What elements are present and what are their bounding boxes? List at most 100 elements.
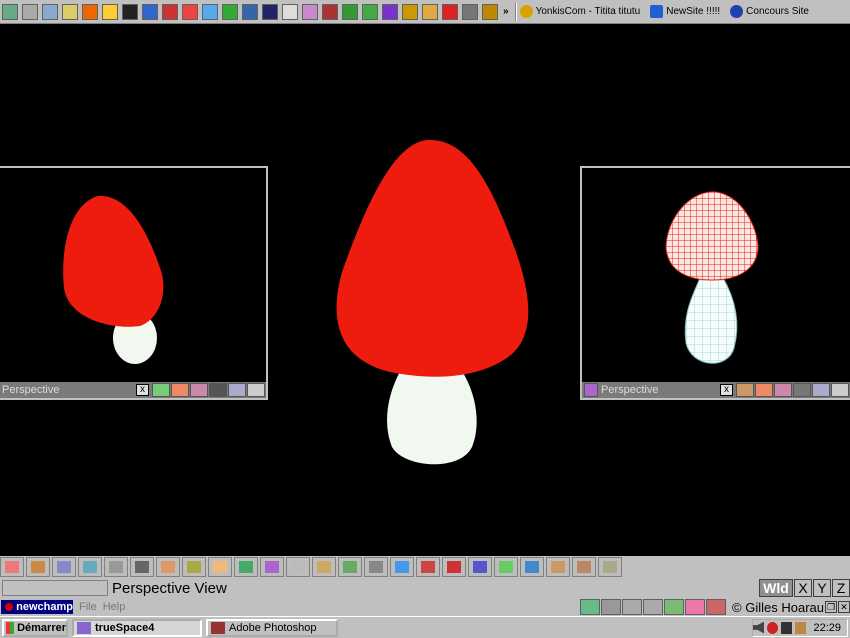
object-nav-icon[interactable] [664, 599, 685, 615]
calc-icon[interactable] [462, 3, 478, 20]
pencil-icon[interactable] [402, 3, 418, 20]
render-tool-button[interactable] [572, 557, 596, 577]
navigate-tool-button[interactable] [104, 557, 128, 577]
grid-icon[interactable] [342, 3, 358, 20]
object-icon[interactable] [736, 383, 754, 397]
cube-tool-button[interactable] [390, 557, 414, 577]
gear-tray-icon[interactable] [767, 621, 779, 634]
camera-tool-button[interactable] [598, 557, 622, 577]
box-tool-button[interactable] [156, 557, 180, 577]
glue-icon [187, 561, 201, 573]
user-icon[interactable] [262, 3, 278, 20]
xmark-icon[interactable] [222, 3, 238, 20]
ie-icon[interactable] [142, 3, 158, 20]
photo-icon[interactable] [62, 3, 78, 20]
color-icon[interactable] [755, 383, 773, 397]
texture-tool-button[interactable] [338, 557, 362, 577]
sphere-tool-button[interactable] [208, 557, 232, 577]
wireframe-cap [665, 191, 759, 281]
desktop-icon[interactable] [2, 3, 18, 20]
grid-tool-button[interactable] [468, 557, 492, 577]
zoom-view-icon[interactable] [812, 383, 830, 397]
spline-tool-button[interactable] [286, 557, 310, 577]
task-truespace[interactable]: trueSpace4 [72, 618, 202, 637]
link-concours-site[interactable]: Concours Site [730, 5, 809, 18]
wireframe-stem [684, 275, 738, 364]
rotate-icon[interactable] [601, 599, 622, 615]
globe-icon[interactable] [362, 3, 378, 20]
viewport-close-button[interactable]: x [720, 384, 733, 396]
flag-tray-icon[interactable] [781, 621, 793, 634]
3d-text-tool-button[interactable] [520, 557, 544, 577]
menu-help[interactable]: Help [103, 601, 126, 613]
object-tool-button[interactable] [26, 557, 50, 577]
world-axis-button[interactable]: Wld [759, 579, 793, 597]
bullseye-icon[interactable] [182, 3, 198, 20]
link-yonkiscom[interactable]: YonkisCom - Titita titutu [519, 5, 640, 18]
zoom-icon[interactable] [622, 599, 643, 615]
star-icon[interactable] [302, 3, 318, 20]
link-newsite[interactable]: NewSite !!!!! [650, 5, 720, 18]
glue-tool-button[interactable] [182, 557, 206, 577]
viewport-menu-icon[interactable] [584, 383, 598, 397]
speaker-icon[interactable] [753, 621, 765, 634]
pan-icon[interactable] [643, 599, 664, 615]
material-tool-button[interactable] [260, 557, 284, 577]
figure-icon[interactable] [122, 3, 138, 20]
z-axis-button[interactable]: Z [832, 579, 850, 597]
axis-view-icon[interactable] [831, 383, 849, 397]
y-axis-button[interactable]: Y [813, 579, 831, 597]
perspective-viewport-right[interactable]: Perspective x [580, 166, 850, 400]
land-tool-button[interactable] [494, 557, 518, 577]
figure-icon [421, 561, 435, 573]
select-tool-button[interactable] [78, 557, 102, 577]
eye-move-icon[interactable] [152, 383, 170, 397]
rendered-mushroom-small [63, 195, 164, 364]
down-arrow-tool-button[interactable] [130, 557, 154, 577]
film-icon[interactable] [322, 3, 338, 20]
deform-tool-button[interactable] [312, 557, 336, 577]
book-icon[interactable] [382, 3, 398, 20]
zoom-view-icon[interactable] [228, 383, 246, 397]
paint-icon[interactable] [190, 383, 208, 397]
viewport-close-button[interactable]: x [136, 384, 149, 396]
eye-move-icon[interactable] [580, 599, 601, 615]
red-icon[interactable] [442, 3, 458, 20]
table-tool-button[interactable] [364, 557, 388, 577]
paint-icon[interactable] [774, 383, 792, 397]
rotate-view-icon[interactable] [209, 383, 227, 397]
rotate-tool-button[interactable] [52, 557, 76, 577]
figure-tool-button[interactable] [416, 557, 440, 577]
perspective-viewport-left[interactable]: Perspective x [0, 166, 268, 400]
x-axis-button[interactable]: X [794, 579, 812, 597]
render-icon[interactable] [685, 599, 706, 615]
start-button[interactable]: Démarrer [2, 618, 68, 637]
rotate-view-icon[interactable] [793, 383, 811, 397]
color-icon[interactable] [171, 383, 189, 397]
hand-tray-icon[interactable] [795, 621, 807, 634]
move-arrow-tool-button[interactable] [0, 557, 24, 577]
overflow-chevron[interactable]: » [503, 6, 509, 17]
mail-icon[interactable] [202, 3, 218, 20]
task-photoshop[interactable]: Adobe Photoshop [206, 618, 338, 637]
face-icon[interactable] [282, 3, 298, 20]
gear-icon[interactable] [482, 3, 498, 20]
menu-file[interactable]: File [79, 601, 97, 613]
axis-view-icon[interactable] [247, 383, 265, 397]
brush-tool-button[interactable] [546, 557, 570, 577]
find-icon[interactable] [42, 3, 58, 20]
close-window-button[interactable]: ✕ [838, 601, 850, 613]
paint-tool-button[interactable] [234, 557, 258, 577]
folder-icon[interactable] [422, 3, 438, 20]
aim-icon[interactable] [162, 3, 178, 20]
restore-window-button[interactable]: ❐ [825, 601, 837, 613]
windows-logo-icon [6, 621, 15, 634]
axes-tool-button[interactable] [442, 557, 466, 577]
mailbox-icon[interactable] [242, 3, 258, 20]
object-icon [31, 561, 45, 573]
card-icon[interactable] [22, 3, 38, 20]
warning-icon[interactable] [102, 3, 118, 20]
runner-icon[interactable] [82, 3, 98, 20]
material-icon[interactable] [706, 599, 727, 615]
viewport-titlebar: Perspective x [0, 382, 266, 398]
